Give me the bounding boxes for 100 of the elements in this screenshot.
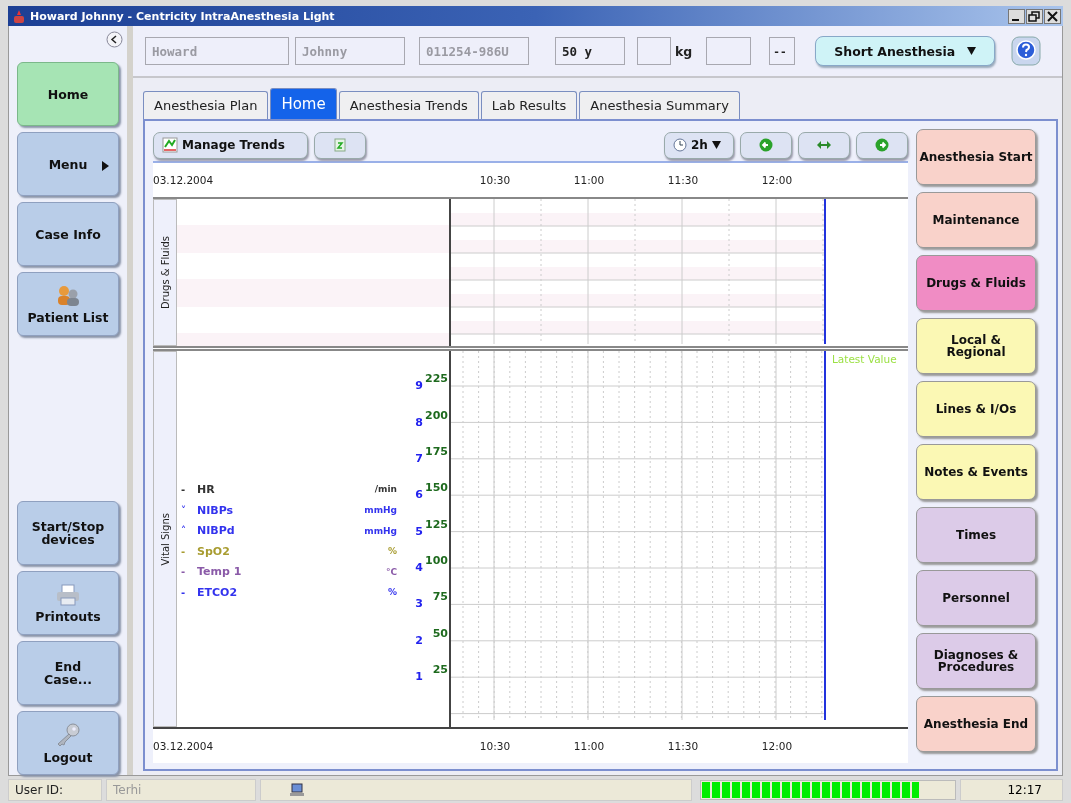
double-arrow-icon: [817, 141, 831, 150]
help-icon[interactable]: [1011, 36, 1042, 67]
time-label: 10:30: [478, 174, 512, 187]
close-icon[interactable]: [1044, 8, 1061, 24]
section-label: Vital Signs: [153, 351, 177, 728]
phase-button[interactable]: Diagnoses & Procedures: [916, 633, 1036, 690]
page-button[interactable]: [314, 131, 366, 159]
sidebar-button[interactable]: Case Info: [17, 202, 119, 267]
unit-label: %: [387, 587, 397, 598]
axis-label: 5: [415, 524, 423, 538]
mode-dropdown[interactable]: Short Anesthesia: [815, 36, 996, 67]
computer-icon: [289, 782, 305, 797]
phase-button[interactable]: Lines & I/Os: [916, 381, 1036, 438]
latest-value-label: Latest Value: [832, 353, 897, 366]
phase-button[interactable]: Notes & Events: [916, 444, 1036, 501]
axis-label: 9: [415, 379, 423, 393]
tab[interactable]: Anesthesia Summary: [579, 91, 740, 120]
user-id-label: User ID:: [8, 778, 102, 801]
series-marker: -: [181, 566, 187, 578]
sidebar-button[interactable]: Start/Stop devices: [17, 501, 119, 566]
clock-icon: [673, 138, 687, 153]
patient-field[interactable]: [706, 37, 752, 66]
app-icon: [12, 8, 26, 24]
series-marker: ˄: [181, 525, 187, 537]
axis-label: 100: [425, 554, 448, 568]
axis-label: 150: [425, 481, 448, 495]
phase-button[interactable]: Local & Regional: [916, 318, 1036, 375]
phase-button[interactable]: Anesthesia Start: [916, 129, 1036, 186]
series-name: NIBPd: [197, 524, 236, 538]
sidebar-button[interactable]: Printouts: [17, 571, 119, 636]
sidebar-button[interactable]: Logout: [17, 711, 119, 776]
axis-label: 25: [432, 663, 448, 677]
phase-button[interactable]: Anesthesia End: [916, 696, 1036, 753]
window-title: Howard Johnny - Centricity IntraAnesthesia Light: [30, 9, 336, 23]
arrow-icon: [102, 161, 109, 172]
minimize-icon[interactable]: [1008, 8, 1025, 24]
collapse-icon[interactable]: [106, 31, 123, 49]
key-icon: [55, 722, 81, 747]
printer-icon: [55, 583, 81, 606]
axis-label: 125: [425, 517, 448, 531]
unit-label: mmHg: [364, 525, 397, 536]
patient-field[interactable]: 50 y: [555, 37, 625, 66]
unit-label: mmHg: [364, 505, 397, 516]
manage-trends-button[interactable]: Manage Trends: [153, 131, 308, 159]
sidebar-button[interactable]: End Case...: [17, 641, 119, 706]
series-name: NIBPs: [197, 503, 235, 517]
axis-label: 1: [415, 670, 423, 684]
time-label: 11:30: [666, 740, 700, 753]
section-label: Drugs & Fluids: [153, 199, 177, 347]
phase-button[interactable]: Times: [916, 507, 1036, 564]
phase-button[interactable]: Personnel: [916, 570, 1036, 627]
patient-field[interactable]: --: [769, 37, 796, 66]
series-name: HR: [197, 482, 216, 496]
axis-label: 50: [432, 626, 448, 640]
series-marker: ˅: [181, 504, 187, 516]
axis-label: 4: [415, 561, 423, 575]
axis-label: 75: [432, 590, 448, 604]
fit-button[interactable]: [798, 131, 850, 159]
axis-label: 2: [415, 633, 423, 647]
time-label: 12:00: [760, 174, 794, 187]
caret-icon: [711, 141, 721, 150]
sidebar-button[interactable]: Home: [17, 62, 119, 127]
axis-label: 7: [415, 451, 423, 465]
phase-button[interactable]: Maintenance: [916, 192, 1036, 249]
series-marker: -: [181, 545, 187, 557]
series-marker: -: [181, 483, 187, 495]
date-label: 03.12.2004: [153, 740, 215, 753]
tab[interactable]: Home: [270, 88, 337, 120]
phase-button[interactable]: Drugs & Fluids: [916, 255, 1036, 312]
patient-field[interactable]: [637, 37, 671, 66]
date-label: 03.12.2004: [153, 174, 215, 187]
unit-label: kg: [675, 43, 693, 59]
range-dropdown[interactable]: 2h: [664, 131, 734, 159]
tab[interactable]: Anesthesia Trends: [338, 91, 479, 120]
tab[interactable]: Lab Results: [480, 91, 578, 120]
chart-icon: [162, 137, 178, 154]
time-label: 10:30: [478, 740, 512, 753]
sidebar-button[interactable]: Menu: [17, 132, 119, 197]
time-label: 11:00: [572, 740, 606, 753]
tab[interactable]: Anesthesia Plan: [143, 91, 269, 120]
back-button[interactable]: [740, 131, 792, 159]
axis-label: 8: [415, 415, 423, 429]
caret-icon: [967, 47, 977, 56]
time-label: 11:30: [666, 174, 700, 187]
unit-label: /min: [374, 484, 397, 495]
document-icon: [334, 138, 346, 153]
time-label: 11:00: [572, 174, 606, 187]
series-name: Temp 1: [197, 565, 243, 579]
forward-button[interactable]: [856, 131, 908, 159]
sidebar-button[interactable]: Patient List: [17, 272, 119, 337]
series-marker: -: [181, 586, 187, 598]
user-id-field: Terhi: [106, 778, 256, 801]
clock-label: 12:17: [960, 778, 1063, 801]
axis-label: 175: [425, 444, 448, 458]
restore-icon[interactable]: [1026, 8, 1043, 24]
unit-label: °C: [385, 566, 397, 577]
series-name: ETCO2: [197, 585, 239, 599]
axis-label: 3: [415, 597, 423, 611]
axis-label: 200: [425, 408, 448, 422]
unit-label: %: [387, 546, 397, 557]
